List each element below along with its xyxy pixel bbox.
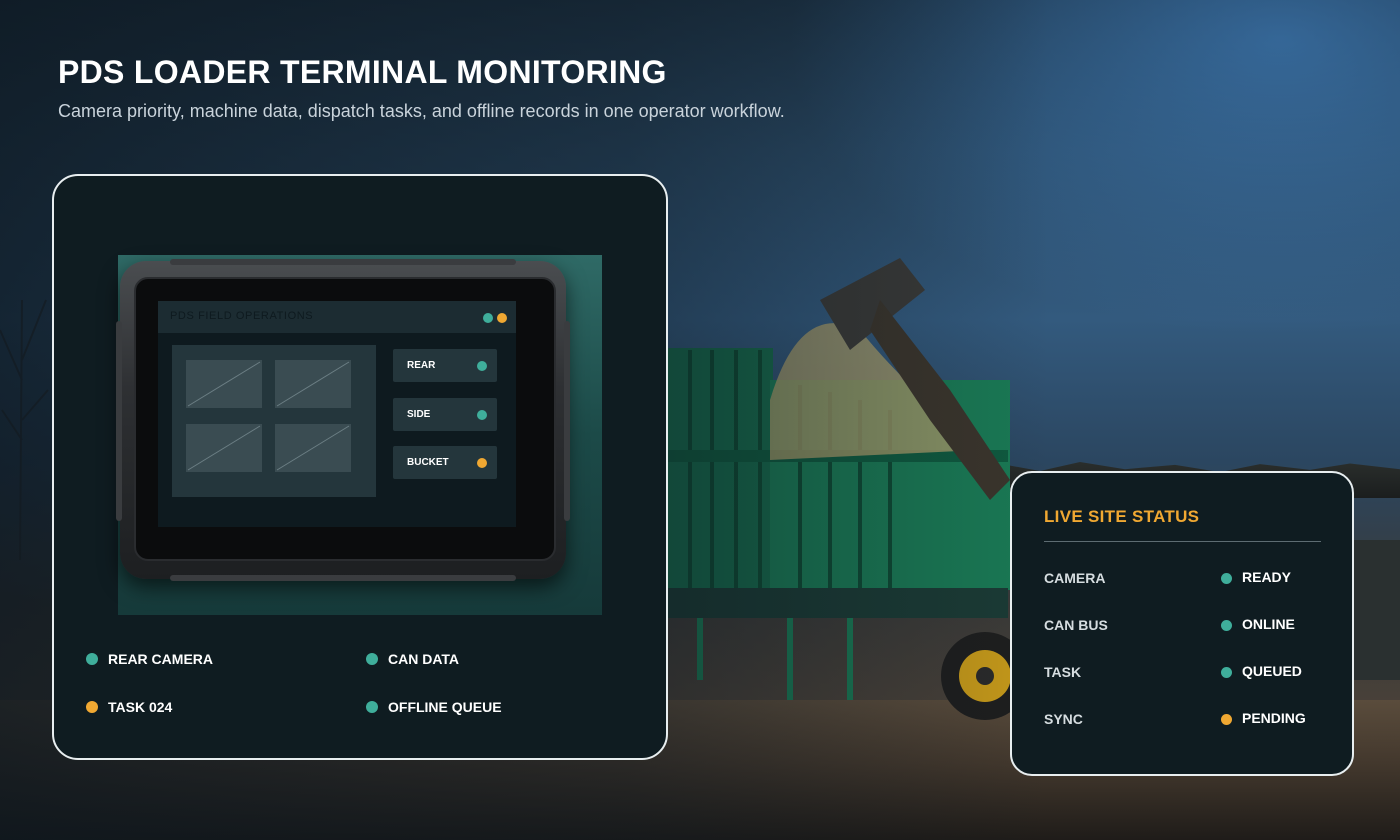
camera-tile[interactable] <box>275 360 351 408</box>
divider <box>1044 541 1321 542</box>
status-dot <box>1221 667 1232 678</box>
status-row-label: CAMERA <box>1044 570 1106 586</box>
status-dot <box>86 653 98 665</box>
feature-label: REAR CAMERA <box>108 651 213 667</box>
screen-status-dot-amber <box>497 313 507 323</box>
camera-button-label: REAR <box>407 360 436 371</box>
status-dot <box>1221 714 1232 725</box>
status-row-value: READY <box>1242 569 1292 585</box>
page-title: PDS LOADER TERMINAL MONITORING <box>58 54 667 90</box>
status-row-value: PENDING <box>1242 710 1306 726</box>
page-subtitle: Camera priority, machine data, dispatch … <box>58 101 785 121</box>
device-screen: PDS FIELD OPERATIONS REAR SIDE BUCKET <box>158 301 516 527</box>
camera-tile[interactable] <box>186 360 262 408</box>
camera-button-label: BUCKET <box>407 457 449 468</box>
terminal-device: PDS FIELD OPERATIONS REAR SIDE BUCKET <box>116 259 570 581</box>
device-top-bumper <box>170 259 516 265</box>
feature-label: CAN DATA <box>388 651 460 667</box>
terminal-card: PDS FIELD OPERATIONS REAR SIDE BUCKET RE… <box>52 174 668 760</box>
status-dot <box>1221 573 1232 584</box>
screen-status-dot-teal <box>483 313 493 323</box>
device-right-bumper <box>564 321 570 521</box>
status-dot <box>86 701 98 713</box>
camera-button-side[interactable]: SIDE <box>393 398 497 431</box>
live-site-status-panel: LIVE SITE STATUS CAMERA READY CAN BUS ON… <box>1010 471 1354 776</box>
status-row-label: TASK <box>1044 664 1082 680</box>
screen-title: PDS FIELD OPERATIONS <box>170 310 314 322</box>
device-bottom-bumper <box>170 575 516 581</box>
feature-label: OFFLINE QUEUE <box>388 699 502 715</box>
status-row-value: ONLINE <box>1242 616 1295 632</box>
status-dot <box>477 410 487 420</box>
status-row-value: QUEUED <box>1242 663 1302 679</box>
screen-header: PDS FIELD OPERATIONS <box>158 301 516 333</box>
camera-tile[interactable] <box>275 424 351 472</box>
camera-button-label: SIDE <box>407 409 431 420</box>
camera-button-rear[interactable]: REAR <box>393 349 497 382</box>
status-dot <box>477 361 487 371</box>
status-row-label: CAN BUS <box>1044 617 1108 633</box>
status-dot <box>366 701 378 713</box>
panel-title: LIVE SITE STATUS <box>1044 507 1200 526</box>
camera-grid <box>172 345 376 497</box>
status-row-label: SYNC <box>1044 711 1083 727</box>
device-left-bumper <box>116 321 122 521</box>
status-dot <box>1221 620 1232 631</box>
camera-tile[interactable] <box>186 424 262 472</box>
camera-button-bucket[interactable]: BUCKET <box>393 446 497 479</box>
feature-label: TASK 024 <box>108 699 173 715</box>
status-dot <box>366 653 378 665</box>
status-dot <box>477 458 487 468</box>
